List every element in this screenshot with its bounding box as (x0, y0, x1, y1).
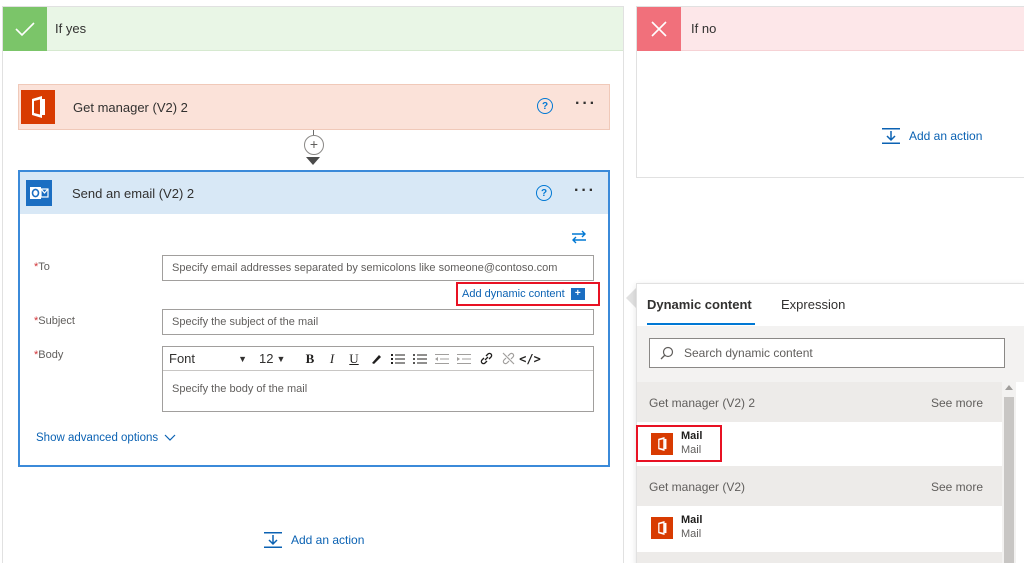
if-no-header[interactable]: If no (637, 7, 1024, 51)
if-no-branch: If no (636, 6, 1024, 178)
more-options-icon[interactable]: ··· (575, 95, 597, 113)
bullet-list-icon[interactable] (409, 349, 431, 369)
chevron-down-icon: ▼ (238, 353, 247, 364)
numbered-list-icon[interactable] (387, 349, 409, 369)
underline-icon[interactable]: U (343, 349, 365, 369)
group-header: Get manager (V2) 2 See more (637, 382, 1005, 422)
body-placeholder: Specify the body of the mail (172, 383, 308, 395)
see-more-link[interactable]: See more (931, 396, 983, 410)
chevron-down-icon (164, 434, 176, 441)
if-no-title: If no (691, 21, 717, 36)
active-tab-indicator (647, 323, 755, 325)
subject-label: *Subject (34, 315, 75, 327)
get-manager-title: Get manager (V2) 2 (73, 100, 188, 115)
link-icon[interactable] (475, 349, 497, 369)
dynamic-content-list: Get manager (V2) 2 See more Mail Mail Ge… (637, 382, 1005, 563)
search-input[interactable]: Search dynamic content (649, 338, 1005, 368)
insert-step-button[interactable]: + (304, 135, 324, 155)
add-dynamic-content-label: Add dynamic content (462, 288, 565, 300)
add-dynamic-content-button[interactable]: Add dynamic content + (456, 282, 600, 306)
list-item[interactable]: Mail Mail (637, 506, 1005, 550)
to-label: *To (34, 261, 50, 273)
if-yes-title: If yes (55, 21, 87, 36)
search-area: Search dynamic content (637, 326, 1024, 382)
code-view-icon[interactable]: </> (519, 349, 541, 369)
swap-icon[interactable] (570, 230, 588, 247)
font-family-dropdown[interactable]: Font ▼ (163, 351, 255, 366)
send-email-card: Send an email (V2) 2 ? ··· *To Specify e… (18, 170, 610, 467)
send-email-title: Send an email (V2) 2 (72, 186, 195, 201)
office-365-icon (21, 90, 55, 124)
office-365-icon (651, 517, 673, 539)
send-email-header[interactable]: Send an email (V2) 2 ? ··· (20, 172, 608, 214)
add-action-icon (264, 532, 282, 548)
highlight-box (636, 425, 722, 462)
font-size-dropdown[interactable]: 12 ▼ (255, 351, 299, 366)
body-label: *Body (34, 349, 64, 361)
panel-pointer (626, 288, 636, 308)
help-icon[interactable]: ? (537, 98, 553, 114)
scrollbar[interactable] (1002, 381, 1016, 563)
show-advanced-options-link[interactable]: Show advanced options (36, 432, 176, 444)
tab-expression[interactable]: Expression (781, 297, 845, 312)
scroll-up-icon[interactable] (1005, 385, 1013, 390)
add-action-icon (882, 128, 900, 144)
more-options-icon[interactable]: ··· (574, 182, 596, 200)
chevron-down-icon: ▼ (276, 353, 286, 364)
get-manager-card[interactable]: Get manager (V2) 2 ? ··· (18, 84, 610, 130)
body-editor[interactable]: Font ▼ 12 ▼ B I U </> Specify the body o… (162, 346, 594, 412)
group-header: Get manager (V2) See more (637, 466, 1005, 506)
to-field[interactable]: Specify email addresses separated by sem… (162, 255, 594, 281)
highlight-icon[interactable] (365, 349, 387, 369)
arrow-down-icon (306, 157, 320, 165)
add-action-button-no[interactable]: Add an action (881, 127, 982, 145)
italic-icon[interactable]: I (321, 349, 343, 369)
scroll-thumb[interactable] (1004, 397, 1014, 563)
close-icon (637, 7, 681, 51)
dynamic-content-panel: Dynamic content Expression Search dynami… (636, 283, 1024, 563)
if-yes-header[interactable]: If yes (3, 7, 623, 51)
subject-field[interactable]: Specify the subject of the mail (162, 309, 594, 335)
check-icon (3, 7, 47, 51)
add-action-button[interactable]: Add an action (263, 531, 364, 549)
increase-indent-icon[interactable] (453, 349, 475, 369)
rich-text-toolbar: Font ▼ 12 ▼ B I U </> (163, 347, 593, 371)
see-more-link[interactable]: See more (931, 480, 983, 494)
decrease-indent-icon[interactable] (431, 349, 453, 369)
bold-icon[interactable]: B (299, 349, 321, 369)
outlook-icon (26, 180, 52, 206)
tab-dynamic-content[interactable]: Dynamic content (647, 297, 752, 312)
help-icon[interactable]: ? (536, 185, 552, 201)
unlink-icon[interactable] (497, 349, 519, 369)
search-icon (660, 346, 674, 360)
panel-tabs: Dynamic content Expression (637, 284, 1024, 326)
list-bottom-strip (637, 552, 1005, 563)
plus-icon: + (570, 288, 585, 300)
